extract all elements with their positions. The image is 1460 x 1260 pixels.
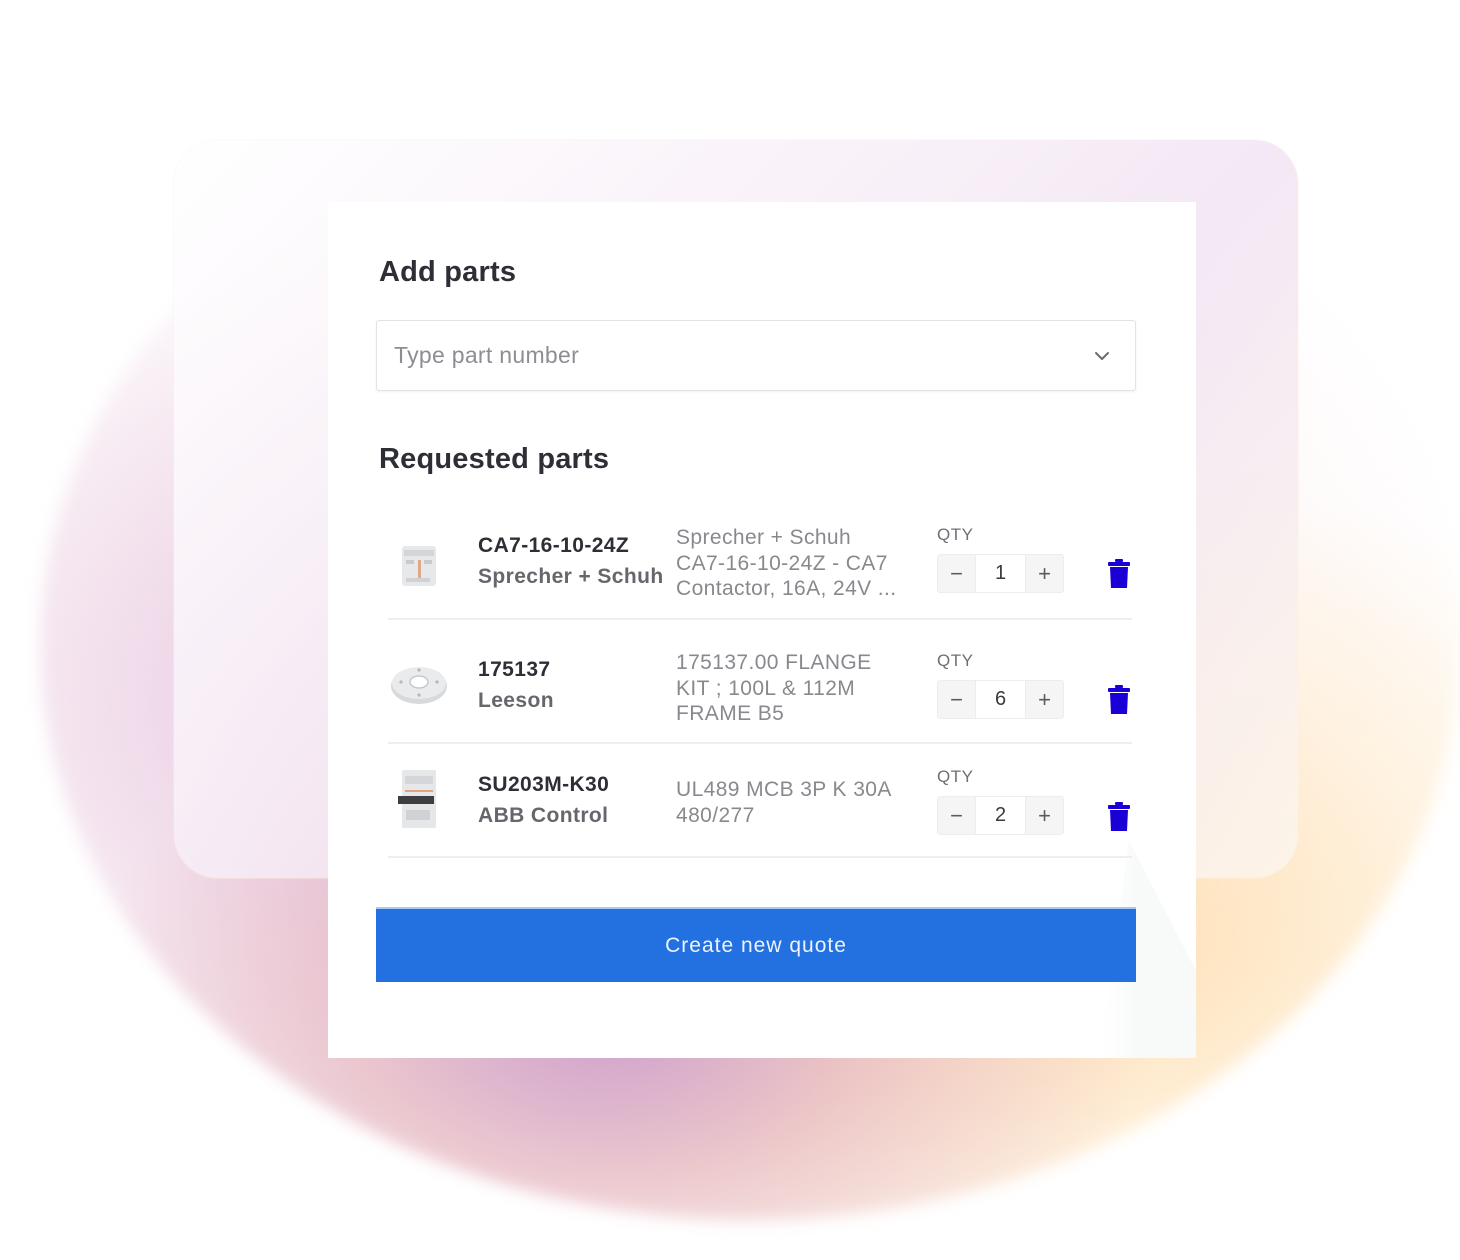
part-row: 175137 Leeson 175137.00 FLANGE KIT ; 100… [388,620,1132,744]
description-line: CA7-16-10-24Z - CA7 [676,551,888,575]
quantity-value[interactable]: 1 [975,555,1026,592]
contactor-image [402,546,436,586]
quantity-stepper[interactable]: − 1 + [937,554,1064,593]
increment-button[interactable]: + [1026,555,1063,592]
trash-icon[interactable] [1107,802,1131,832]
part-row: SU203M-K30 ABB Control UL489 MCB 3P K 30… [388,744,1132,858]
description-line: FRAME B5 [676,702,785,725]
chevron-down-icon[interactable] [1093,347,1111,365]
qty-label: QTY [937,767,974,786]
manufacturer: ABB Control [478,804,609,827]
part-description: 175137.00 FLANGE KIT ; 100L & 112M FRAME… [676,650,916,727]
description-line: Contactor, 16A, 24V ... [676,577,897,600]
increment-button[interactable]: + [1026,797,1063,834]
quantity-stepper[interactable]: − 2 + [937,796,1064,835]
part-number: CA7-16-10-24Z [478,534,630,557]
requested-parts-list: CA7-16-10-24Z Sprecher + Schuh Sprecher … [388,508,1132,858]
qty-label: QTY [937,525,974,544]
description-line: KIT ; 100L & 112M [676,676,856,700]
part-number: 175137 [478,658,551,681]
part-number-search-input[interactable]: Type part number [376,320,1136,391]
part-description: UL489 MCB 3P K 30A 480/277 [676,777,916,828]
description-line: 480/277 [676,803,755,827]
add-parts-title: Add parts [379,256,517,288]
quantity-value[interactable]: 6 [975,681,1026,718]
decrement-button[interactable]: − [938,797,975,834]
part-description: Sprecher + Schuh CA7-16-10-24Z - CA7 Con… [676,525,916,602]
part-number: SU203M-K30 [478,773,610,796]
increment-button[interactable]: + [1026,681,1063,718]
decrement-button[interactable]: − [938,555,975,592]
trash-icon[interactable] [1107,685,1131,715]
qty-label: QTY [937,651,974,670]
requested-parts-title: Requested parts [379,443,610,475]
quantity-value[interactable]: 2 [975,797,1026,834]
description-line: Sprecher + Schuh [676,526,852,549]
trash-icon[interactable] [1107,559,1131,589]
decrement-button[interactable]: − [938,681,975,718]
breaker-image [398,770,436,828]
part-row: CA7-16-10-24Z Sprecher + Schuh Sprecher … [388,508,1132,620]
create-new-quote-button[interactable]: Create new quote [376,907,1136,982]
search-placeholder: Type part number [394,342,580,368]
flange-image [391,667,447,704]
manufacturer: Leeson [478,689,554,712]
description-line: UL489 MCB 3P K 30A [676,778,892,801]
quantity-stepper[interactable]: − 6 + [937,680,1064,719]
description-line: 175137.00 FLANGE [676,651,872,674]
manufacturer: Sprecher + Schuh [478,565,664,588]
